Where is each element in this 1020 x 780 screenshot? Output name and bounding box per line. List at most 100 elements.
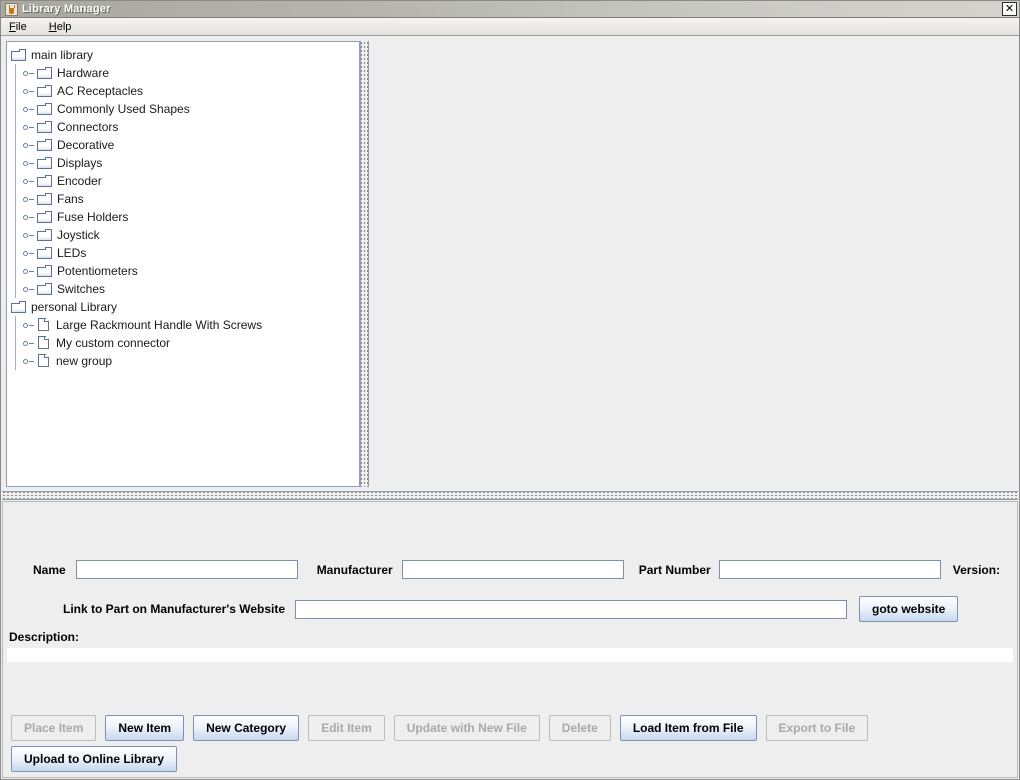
- folder-icon: [37, 193, 52, 205]
- tree-node-label: main library: [31, 48, 94, 62]
- folder-icon: [37, 229, 52, 241]
- tree-node[interactable]: Encoder: [11, 172, 359, 190]
- library-tree[interactable]: main library Hardware AC Receptacles Common…: [7, 42, 359, 370]
- window-title: Library Manager: [22, 3, 111, 15]
- document-icon: [38, 318, 50, 332]
- expand-handle-icon[interactable]: [21, 118, 37, 136]
- tree-node[interactable]: Joystick: [11, 226, 359, 244]
- tree-node[interactable]: Potentiometers: [11, 262, 359, 280]
- folder-icon: [37, 139, 52, 151]
- tree-node[interactable]: LEDs: [11, 244, 359, 262]
- description-label: Description:: [9, 630, 80, 644]
- tree-root-node[interactable]: personal Library: [11, 298, 359, 316]
- description-textarea[interactable]: [7, 648, 1013, 662]
- expand-handle-icon[interactable]: [21, 262, 37, 280]
- manufacturer-input[interactable]: [401, 560, 624, 579]
- tree-node-label: new group: [56, 354, 113, 368]
- tree-node[interactable]: new group: [11, 352, 359, 370]
- tree-child-group: Large Rackmount Handle With Screws My cus…: [11, 316, 359, 370]
- tree-node-label: Large Rackmount Handle With Screws: [56, 318, 263, 332]
- tree-node[interactable]: My custom connector: [11, 334, 359, 352]
- tree-node[interactable]: Displays: [11, 154, 359, 172]
- menu-item-file[interactable]: File: [9, 21, 37, 33]
- manufacturer-label: Manufacturer: [316, 562, 393, 577]
- tree-node[interactable]: Hardware: [11, 64, 359, 82]
- action-button-row-secondary: Upload to Online Library: [11, 746, 178, 772]
- detail-form-panel: Name Manufacturer Part Number Version: L…: [2, 501, 1018, 778]
- expand-handle-icon[interactable]: [21, 190, 37, 208]
- folder-icon: [37, 85, 52, 97]
- folder-icon: [37, 175, 52, 187]
- upper-split-pane: main library Hardware AC Receptacles Common…: [2, 37, 1018, 491]
- tree-node[interactable]: Fuse Holders: [11, 208, 359, 226]
- expand-handle-icon[interactable]: [21, 316, 37, 334]
- tree-node[interactable]: Large Rackmount Handle With Screws: [11, 316, 359, 334]
- new-category-button[interactable]: New Category: [193, 715, 300, 741]
- menu-item-file-rest: ile: [15, 20, 27, 33]
- tree-node[interactable]: AC Receptacles: [11, 82, 359, 100]
- folder-icon: [11, 301, 26, 313]
- tree-node-label: Displays: [57, 156, 103, 170]
- folder-icon: [11, 49, 26, 61]
- horizontal-split-divider[interactable]: [2, 491, 1018, 500]
- tree-node-label: Potentiometers: [57, 264, 138, 278]
- tree-node-label: Switches: [57, 282, 106, 296]
- delete-button: Delete: [548, 715, 611, 741]
- tree-node[interactable]: Decorative: [11, 136, 359, 154]
- folder-icon: [37, 265, 52, 277]
- folder-icon: [37, 247, 52, 259]
- library-tree-panel[interactable]: main library Hardware AC Receptacles Common…: [6, 41, 360, 487]
- export-to-file-button: Export to File: [765, 715, 869, 741]
- folder-icon: [37, 283, 52, 295]
- title-bar: Library Manager ✕: [1, 1, 1019, 18]
- part-number-input[interactable]: [718, 560, 941, 579]
- tree-node[interactable]: Switches: [11, 280, 359, 298]
- tree-node[interactable]: Commonly Used Shapes: [11, 100, 359, 118]
- tree-node-label: personal Library: [31, 300, 118, 314]
- name-input[interactable]: [75, 560, 298, 579]
- expand-handle-icon[interactable]: [21, 226, 37, 244]
- close-icon[interactable]: ✕: [1002, 2, 1017, 16]
- vertical-split-divider[interactable]: [360, 41, 369, 487]
- action-button-row-primary: Place Item New Item New Category Edit Item U…: [11, 715, 869, 741]
- menu-item-help[interactable]: Help: [49, 21, 82, 33]
- expand-handle-icon[interactable]: [21, 64, 37, 82]
- preview-panel: [369, 41, 1014, 487]
- expand-handle-icon[interactable]: [21, 352, 37, 370]
- expand-handle-icon[interactable]: [21, 100, 37, 118]
- goto-website-button[interactable]: goto website: [859, 596, 959, 622]
- tree-node-label: Fans: [57, 192, 84, 206]
- tree-child-group: Hardware AC Receptacles Commonly Used Shap…: [11, 64, 359, 298]
- expand-handle-icon[interactable]: [21, 208, 37, 226]
- tree-node[interactable]: Fans: [11, 190, 359, 208]
- tree-node-label: My custom connector: [56, 336, 171, 350]
- version-label: Version:: [952, 562, 1001, 577]
- link-label: Link to Part on Manufacturer's Website: [63, 602, 285, 616]
- folder-icon: [37, 67, 52, 79]
- load-item-from-file-button[interactable]: Load Item from File: [619, 715, 757, 741]
- tree-root-node[interactable]: main library: [11, 46, 359, 64]
- expand-handle-icon[interactable]: [21, 154, 37, 172]
- expand-handle-icon[interactable]: [21, 172, 37, 190]
- expand-handle-icon[interactable]: [21, 334, 37, 352]
- expand-handle-icon[interactable]: [21, 244, 37, 262]
- expand-handle-icon[interactable]: [21, 280, 37, 298]
- link-input[interactable]: [295, 599, 847, 619]
- java-coffee-cup-icon: [5, 2, 18, 16]
- upload-to-online-library-button[interactable]: Upload to Online Library: [11, 746, 178, 772]
- edit-item-button: Edit Item: [308, 715, 385, 741]
- library-manager-window: Library Manager ✕ File Help main library…: [0, 0, 1020, 780]
- menu-bar: File Help: [1, 18, 1019, 36]
- expand-handle-icon[interactable]: [21, 82, 37, 100]
- expand-handle-icon[interactable]: [21, 136, 37, 154]
- tree-node[interactable]: Connectors: [11, 118, 359, 136]
- tree-node-label: Commonly Used Shapes: [57, 102, 190, 116]
- split-grip-icon: [361, 41, 368, 487]
- form-row-identity: Name Manufacturer Part Number Version:: [3, 560, 1017, 579]
- form-row-link: Link to Part on Manufacturer's Website g…: [3, 596, 1017, 622]
- new-item-button[interactable]: New Item: [105, 715, 185, 741]
- tree-node-label: Connectors: [57, 120, 119, 134]
- tree-node-label: AC Receptacles: [57, 84, 144, 98]
- folder-icon: [37, 121, 52, 133]
- tree-node-label: Decorative: [57, 138, 115, 152]
